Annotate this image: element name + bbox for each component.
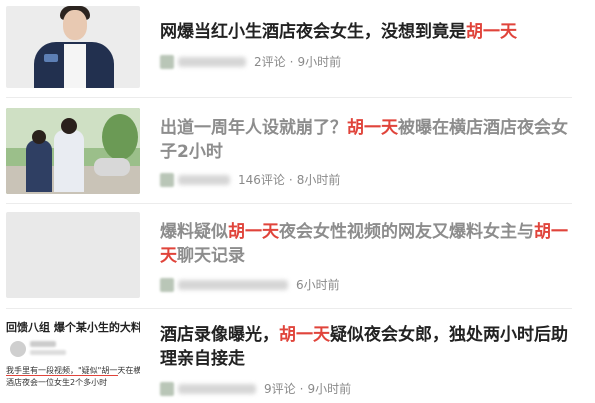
divider [6,308,572,309]
news-thumbnail[interactable] [6,212,140,298]
news-item[interactable]: 网爆当红小生酒店夜会女生，没想到竟是胡一天 2评论 · 9小时前 [0,0,595,96]
highlighted-keyword: 胡一天 [347,118,398,138]
source-name-blurred [178,383,256,394]
comment-count[interactable]: 2评论 [254,53,286,70]
source-avatar-icon [160,277,174,292]
thumb-snippet: 酒店夜会一位女生2个多小时 [6,378,108,387]
avatar [10,341,26,357]
post-time: 6小时前 [296,278,340,292]
news-title[interactable]: 网爆当红小生酒店夜会女生，没想到竟是胡一天 [160,20,580,44]
post-time: 8小时前 [296,173,341,187]
news-thumbnail[interactable] [6,6,140,88]
highlighted-keyword: 胡一天 [279,325,330,345]
highlighted-keyword: 胡一天 [466,22,517,42]
news-item[interactable]: 出道一周年人设就崩了？胡一天被曝在横店酒店夜会女子2小时 146评论 · 8小时… [0,100,595,200]
source-name-blurred [178,56,246,67]
news-title[interactable]: 酒店录像曝光，胡一天疑似夜会女郎，独处两小时后助理亲自接走 [160,323,580,371]
news-meta: 2评论 · 9小时前 [160,53,341,70]
post-time: 9小时前 [307,382,352,396]
source-name-blurred [178,174,230,185]
news-thumbnail[interactable] [6,108,140,194]
thumb-headline: 回馈八组 爆个某小生的大料 [6,321,140,334]
news-thumbnail[interactable]: 回馈八组 爆个某小生的大料 我手里有一段视频，"疑似"胡一天在横店 酒店夜会一位… [6,317,140,395]
source-name-blurred [178,279,288,290]
divider [6,203,572,204]
source-avatar-icon [160,381,174,396]
news-meta: 146评论 · 8小时前 [160,171,340,188]
news-title[interactable]: 出道一周年人设就崩了？胡一天被曝在横店酒店夜会女子2小时 [160,116,580,164]
news-title[interactable]: 爆料疑似胡一天夜会女性视频的网友又爆料女主与胡一天聊天记录 [160,220,580,268]
news-feed: 网爆当红小生酒店夜会女生，没想到竟是胡一天 2评论 · 9小时前 出道一周年人设… [0,0,595,403]
divider [6,97,572,98]
news-meta: 6小时前 [160,276,340,293]
news-meta: 9评论 · 9小时前 [160,380,351,397]
comment-count[interactable]: 9评论 [264,380,296,397]
highlighted-keyword: 胡一天 [228,222,279,242]
comment-count[interactable]: 146评论 [238,171,285,188]
source-avatar-icon [160,54,174,69]
source-avatar-icon [160,172,174,187]
news-item[interactable]: 爆料疑似胡一天夜会女性视频的网友又爆料女主与胡一天聊天记录 6小时前 [0,206,595,306]
post-time: 9小时前 [297,55,342,69]
news-item[interactable]: 回馈八组 爆个某小生的大料 我手里有一段视频，"疑似"胡一天在横店 酒店夜会一位… [0,311,595,403]
